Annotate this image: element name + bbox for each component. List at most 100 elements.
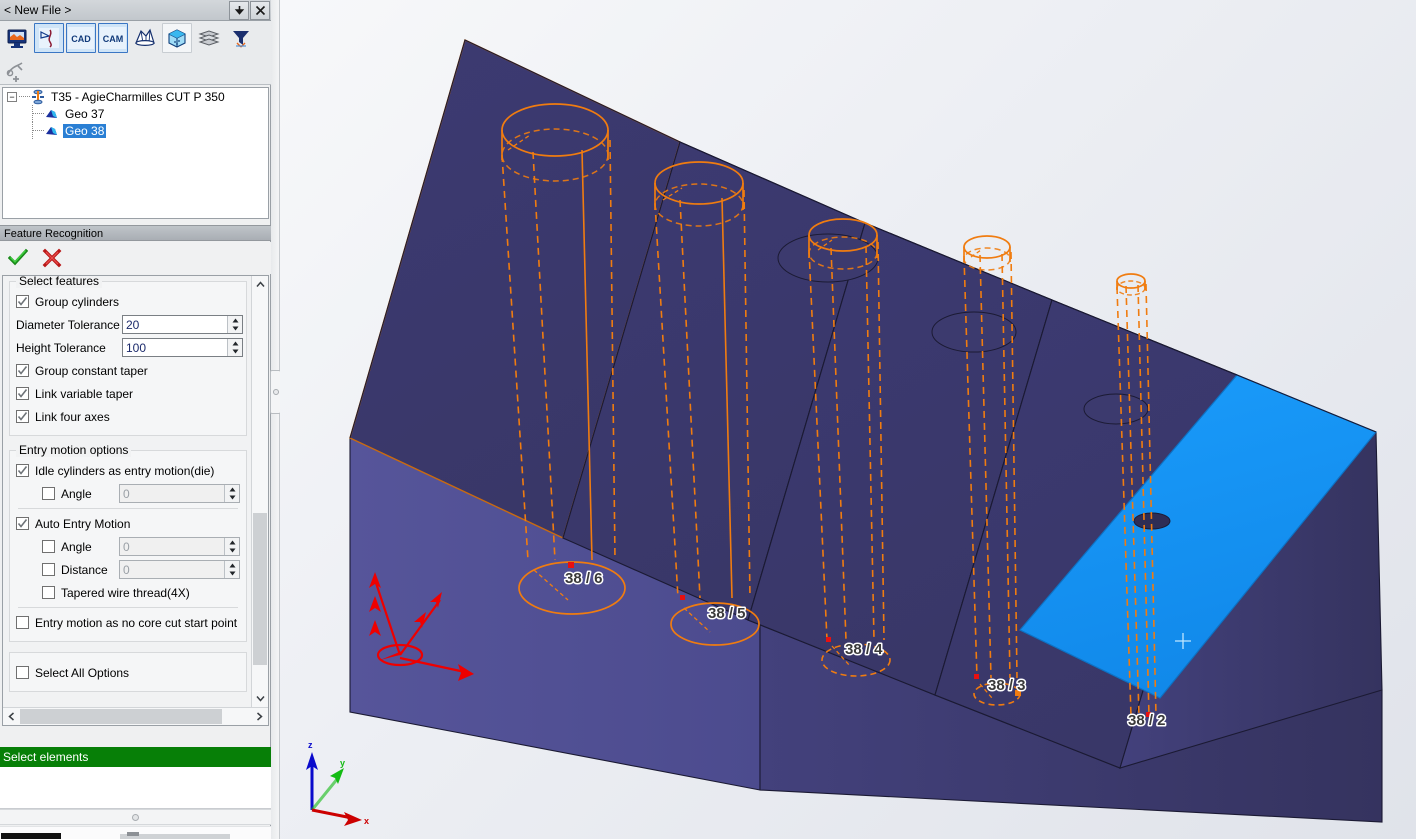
options-content: Select features Group cylinders Diameter… xyxy=(3,276,251,707)
layers-icon[interactable] xyxy=(194,23,224,53)
link-four-axes-checkbox[interactable] xyxy=(16,410,29,423)
minimize-button[interactable] xyxy=(229,0,249,20)
auto-entry-motion-row[interactable]: Auto Entry Motion xyxy=(16,512,240,535)
close-button[interactable] xyxy=(250,0,270,20)
feature-label: 38 / 3 xyxy=(988,677,1026,694)
accept-check-icon[interactable] xyxy=(7,248,29,268)
scroll-left-icon[interactable] xyxy=(3,708,20,725)
splitter-handle-icon xyxy=(132,813,139,821)
tree-item-geo37[interactable]: Geo 37 xyxy=(3,105,268,122)
stepper-down-icon[interactable] xyxy=(228,325,242,334)
funnel-filter-icon[interactable] xyxy=(226,23,256,53)
idle-cylinders-checkbox[interactable] xyxy=(16,464,29,477)
auto-angle-stepper[interactable] xyxy=(119,537,240,556)
link-four-axes-row[interactable]: Link four axes xyxy=(16,405,240,428)
no-core-cut-checkbox[interactable] xyxy=(16,616,29,629)
link-variable-taper-label: Link variable taper xyxy=(35,386,134,401)
stepper-up-icon[interactable] xyxy=(225,561,239,570)
stepper-up-icon[interactable] xyxy=(225,538,239,547)
stepper-up-icon[interactable] xyxy=(228,339,242,348)
stepper-buttons[interactable] xyxy=(224,538,239,555)
stepper-buttons[interactable] xyxy=(227,339,242,356)
tree-expander-icon[interactable]: − xyxy=(7,91,17,102)
tree-root-row[interactable]: − T35 - AgieCharmilles CUT P 350 xyxy=(3,88,268,105)
group-constant-taper-label: Group constant taper xyxy=(35,363,148,378)
stepper-down-icon[interactable] xyxy=(225,494,239,503)
stepped-block-solid[interactable] xyxy=(349,39,1383,826)
curve-geometry-icon[interactable] xyxy=(34,23,64,53)
height-tolerance-stepper[interactable] xyxy=(122,338,243,357)
solid-cube-icon[interactable] xyxy=(162,23,192,53)
stepper-down-icon[interactable] xyxy=(225,570,239,579)
stepper-up-icon[interactable] xyxy=(225,485,239,494)
display-monitor-icon[interactable] xyxy=(2,23,32,53)
auto-distance-input[interactable] xyxy=(120,561,224,578)
stepper-buttons[interactable] xyxy=(224,561,239,578)
cancel-x-icon[interactable] xyxy=(42,248,62,268)
idle-cylinders-row[interactable]: Idle cylinders as entry motion(die) xyxy=(16,459,240,482)
auto-angle-checkbox[interactable] xyxy=(42,540,55,553)
panel-title: < New File > xyxy=(4,3,72,17)
auto-entry-motion-label: Auto Entry Motion xyxy=(35,516,131,531)
tree-connector xyxy=(33,130,44,131)
auto-angle-label: Angle xyxy=(61,539,92,554)
stepper-buttons[interactable] xyxy=(224,485,239,502)
scroll-up-icon[interactable] xyxy=(252,276,268,293)
tapered-wire-thread-row[interactable]: Tapered wire thread(4X) xyxy=(42,581,240,604)
idle-angle-stepper[interactable] xyxy=(119,484,240,503)
machine-tree-view[interactable]: − T35 - AgieCharmilles CUT P 350 Geo 37 … xyxy=(2,87,269,219)
add-wire-icon[interactable] xyxy=(2,57,32,87)
no-core-cut-row[interactable]: Entry motion as no core cut start point xyxy=(16,611,240,634)
tree-item-geo38[interactable]: Geo 38 xyxy=(3,122,268,139)
stepper-up-icon[interactable] xyxy=(228,316,242,325)
tree-item-label-selected: Geo 38 xyxy=(63,123,107,138)
status-message-bar: Select elements xyxy=(0,747,271,767)
auto-distance-row: Distance xyxy=(42,558,240,581)
3d-viewport[interactable]: 38 / 6 38 / 5 38 / 4 38 / 3 38 / 2 z y x xyxy=(280,0,1416,839)
scrollbar-thumb[interactable] xyxy=(20,709,222,724)
scrollbar-track[interactable] xyxy=(252,293,268,690)
idle-angle-input[interactable] xyxy=(120,485,224,502)
auto-distance-stepper[interactable] xyxy=(119,560,240,579)
workpiece-icon[interactable] xyxy=(130,23,160,53)
auto-distance-checkbox[interactable] xyxy=(42,563,55,576)
group-cylinders-row[interactable]: Group cylinders xyxy=(16,290,240,313)
stepper-down-icon[interactable] xyxy=(225,547,239,556)
group-constant-taper-checkbox[interactable] xyxy=(16,364,29,377)
group-constant-taper-row[interactable]: Group constant taper xyxy=(16,359,240,382)
auto-entry-motion-checkbox[interactable] xyxy=(16,517,29,530)
height-tolerance-input[interactable] xyxy=(123,339,227,356)
select-all-row[interactable]: Select All Options xyxy=(16,661,240,684)
scrollbar-track[interactable] xyxy=(20,708,251,725)
cad-button[interactable]: CAD xyxy=(66,23,96,53)
select-all-checkbox[interactable] xyxy=(16,666,29,679)
diameter-tolerance-label: Diameter Tolerance xyxy=(16,317,120,332)
diameter-tolerance-input[interactable] xyxy=(123,316,227,333)
options-vertical-scrollbar[interactable] xyxy=(251,276,268,707)
scroll-right-icon[interactable] xyxy=(251,708,268,725)
diameter-tolerance-stepper[interactable] xyxy=(122,315,243,334)
geometry-icon xyxy=(44,123,60,139)
svg-text:CAD: CAD xyxy=(71,34,91,44)
bottom-segment xyxy=(127,832,139,836)
model-canvas[interactable]: 38 / 6 38 / 5 38 / 4 38 / 3 38 / 2 z y x xyxy=(280,0,1416,839)
stepper-down-icon[interactable] xyxy=(228,348,242,357)
link-variable-taper-row[interactable]: Link variable taper xyxy=(16,382,240,405)
tapered-wire-thread-checkbox[interactable] xyxy=(42,586,55,599)
cam-button[interactable]: CAM xyxy=(98,23,128,53)
feature-label: 38 / 5 xyxy=(708,605,746,622)
auto-distance-label: Distance xyxy=(61,562,108,577)
group-cylinders-checkbox[interactable] xyxy=(16,295,29,308)
auto-angle-row: Angle xyxy=(42,535,240,558)
feature-recognition-actions xyxy=(0,242,271,274)
scroll-down-icon[interactable] xyxy=(252,690,268,707)
options-scroll-area: Select features Group cylinders Diameter… xyxy=(2,275,269,726)
link-variable-taper-checkbox[interactable] xyxy=(16,387,29,400)
scrollbar-thumb[interactable] xyxy=(253,513,267,665)
idle-angle-checkbox[interactable] xyxy=(42,487,55,500)
auto-angle-input[interactable] xyxy=(120,538,224,555)
options-horizontal-scrollbar[interactable] xyxy=(3,707,268,725)
horizontal-splitter[interactable] xyxy=(0,809,271,825)
stepper-buttons[interactable] xyxy=(227,316,242,333)
vertical-splitter[interactable] xyxy=(270,0,281,839)
